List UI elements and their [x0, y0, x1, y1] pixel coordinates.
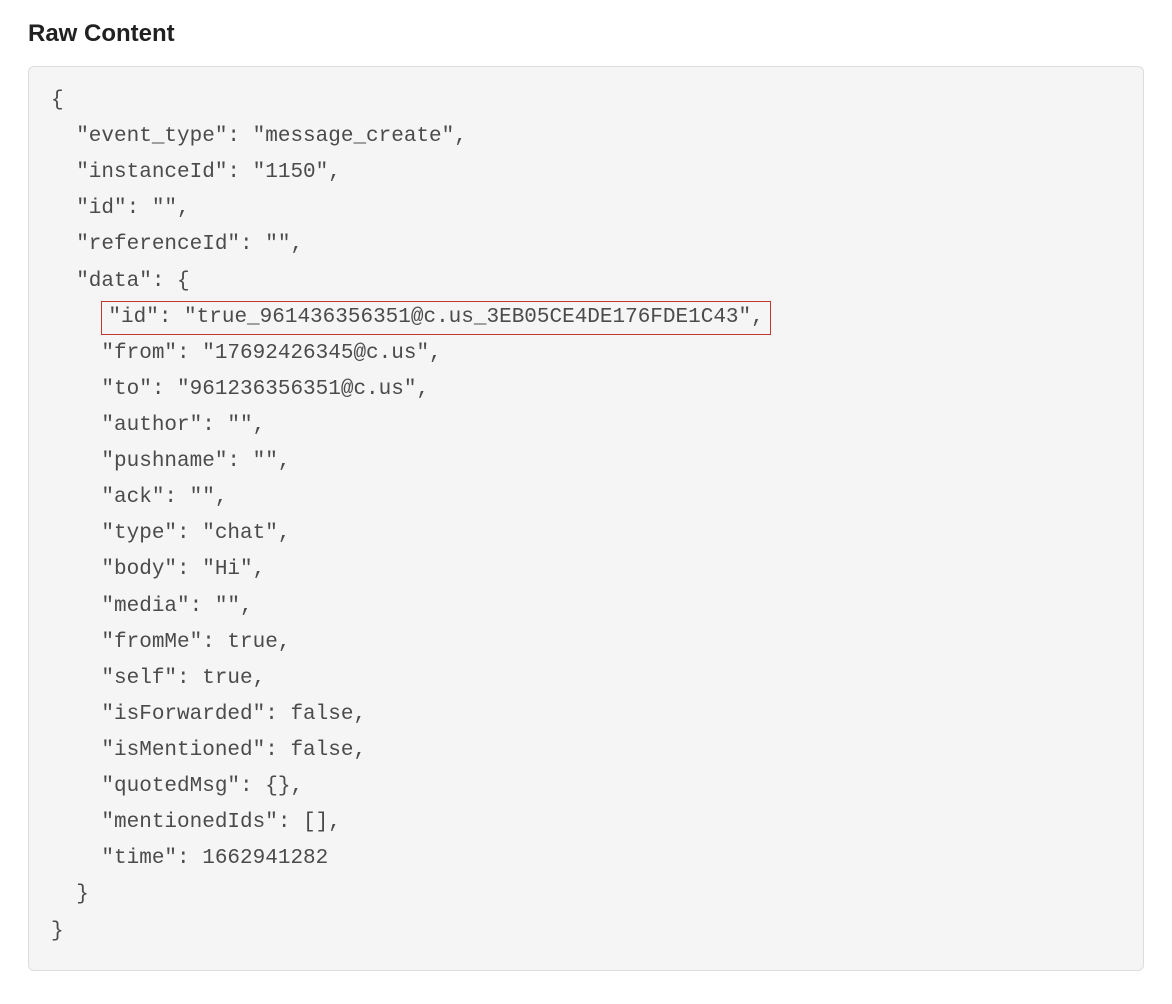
code-line: "author": "", [51, 414, 265, 437]
code-line: "id": "", [51, 197, 190, 220]
code-line: "ack": "", [51, 486, 227, 509]
code-line: "from": "17692426345@c.us", [51, 342, 442, 365]
code-line: } [51, 920, 64, 943]
code-line: "data": { [51, 270, 190, 293]
code-line: "quotedMsg": {}, [51, 775, 303, 798]
code-line: "isMentioned": false, [51, 739, 366, 762]
code-line: "referenceId": "", [51, 233, 303, 256]
code-line: "pushname": "", [51, 450, 290, 473]
code-line-indent [51, 306, 101, 329]
highlighted-id-line: "id": "true_961436356351@c.us_3EB05CE4DE… [101, 301, 770, 336]
code-line: { [51, 89, 64, 112]
code-line: "time": 1662941282 [51, 847, 328, 870]
code-line: "body": "Hi", [51, 558, 265, 581]
code-line: } [51, 883, 89, 906]
code-line: "event_type": "message_create", [51, 125, 467, 148]
raw-content-code-block: { "event_type": "message_create", "insta… [28, 66, 1144, 971]
code-line: "isForwarded": false, [51, 703, 366, 726]
code-line: "media": "", [51, 595, 253, 618]
code-line: "self": true, [51, 667, 265, 690]
code-line: "to": "961236356351@c.us", [51, 378, 429, 401]
code-line: "type": "chat", [51, 522, 290, 545]
code-line: "mentionedIds": [], [51, 811, 341, 834]
code-line: "fromMe": true, [51, 631, 290, 654]
section-heading: Raw Content [28, 20, 1144, 48]
code-line: "instanceId": "1150", [51, 161, 341, 184]
